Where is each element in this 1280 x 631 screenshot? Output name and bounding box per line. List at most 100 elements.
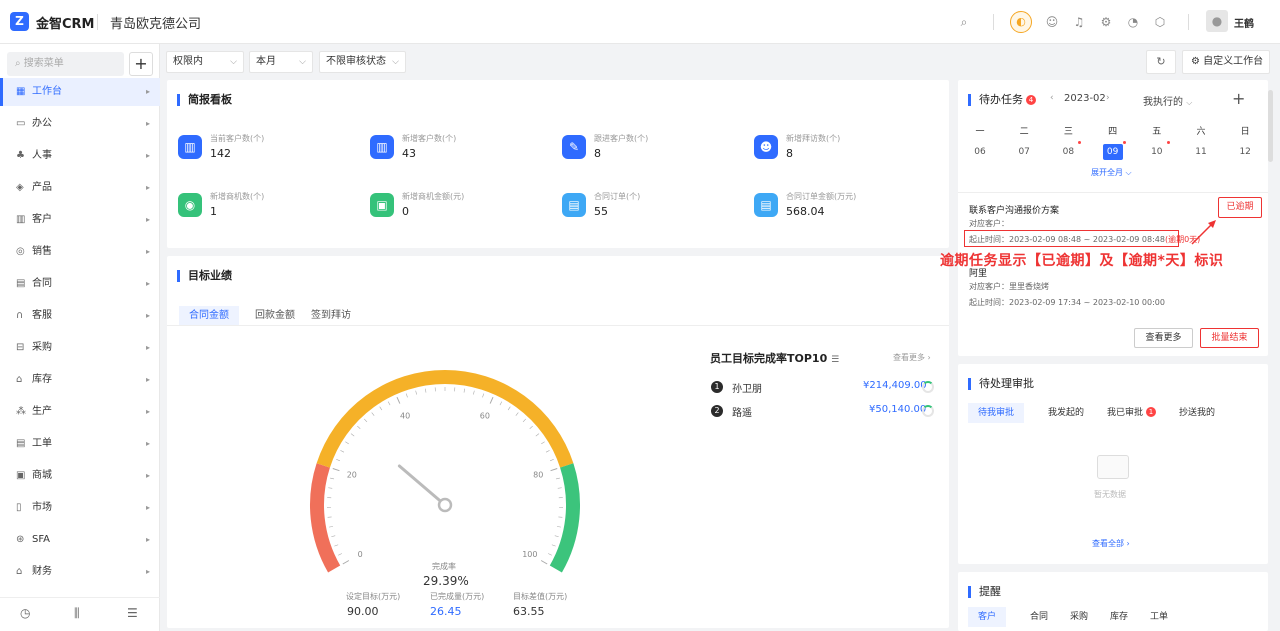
- calendar-day[interactable]: 08: [1058, 144, 1078, 160]
- stat-value: 8: [594, 147, 601, 160]
- gauge-tick: [549, 458, 554, 462]
- sidebar-item-label: 客户: [32, 214, 52, 225]
- stat-item[interactable]: ✎ 跟进客户数(个) 8: [562, 133, 742, 173]
- megaphone-icon[interactable]: ◐: [1010, 11, 1032, 33]
- tab-reminder-customer[interactable]: 客户: [968, 607, 1007, 627]
- tab-initiated[interactable]: 我发起的: [1038, 403, 1094, 423]
- tab-cc[interactable]: 抄送我的: [1169, 403, 1225, 423]
- executor-select[interactable]: 我执行的 ⌵: [1143, 93, 1192, 108]
- stat-item[interactable]: ▣ 新增商机金额(元) 0: [370, 191, 550, 231]
- tab-reminder-inventory[interactable]: 库存: [1100, 607, 1138, 627]
- sidebar-item[interactable]: ∩ 客服 ▸: [0, 302, 160, 330]
- calendar-day[interactable]: 11: [1191, 144, 1211, 160]
- executor-value: 我执行的: [1143, 97, 1183, 108]
- add-menu-button[interactable]: +: [129, 52, 153, 76]
- gauge-needle: [397, 464, 447, 507]
- stat-icon: ▥: [370, 135, 394, 159]
- sidebar-item[interactable]: ▣ 商城 ▸: [0, 462, 160, 490]
- tab-approved[interactable]: 我已审批 1: [1097, 403, 1166, 423]
- sidebar-item[interactable]: ▤ 合同 ▸: [0, 270, 160, 298]
- tab-reminder-contract[interactable]: 合同: [1020, 607, 1058, 627]
- view-all-link[interactable]: 查看全部 ›: [1092, 538, 1130, 549]
- settings-icon[interactable]: ⚙: [1097, 13, 1115, 31]
- task-title[interactable]: 联系客户沟通报价方案: [969, 203, 1059, 216]
- add-task-button[interactable]: +: [1232, 89, 1245, 108]
- production-icon: ⁂: [16, 406, 26, 417]
- sidebar-item[interactable]: ▦ 工作台 ▸: [0, 78, 160, 106]
- period-select[interactable]: 本月 ⌵: [249, 51, 313, 73]
- gauge-center-value: 29.39%: [423, 574, 469, 588]
- pie-chart-icon[interactable]: ◔: [1124, 13, 1142, 31]
- task-title[interactable]: 阿里: [969, 266, 987, 279]
- stat-value: 0: [402, 205, 409, 218]
- scrollbar[interactable]: [1268, 90, 1273, 162]
- calendar-day[interactable]: 10: [1147, 144, 1167, 160]
- calendar-day[interactable]: 12: [1235, 144, 1255, 160]
- search-icon[interactable]: ⌕: [955, 13, 973, 31]
- sidebar-item[interactable]: ⌂ 库存 ▸: [0, 366, 160, 394]
- package-icon[interactable]: ⬡: [1151, 13, 1169, 31]
- sidebar-item[interactable]: ◈ 产品 ▸: [0, 174, 160, 202]
- stat-icon: ▤: [562, 193, 586, 217]
- company-name[interactable]: 青岛欧克德公司: [110, 13, 201, 32]
- stat-value: 568.04: [786, 205, 825, 218]
- calendar-day[interactable]: 09: [1102, 144, 1123, 160]
- stat-item[interactable]: ☻ 新增拜访数(个) 8: [754, 133, 934, 173]
- tab-reminder-ticket[interactable]: 工单: [1140, 607, 1178, 627]
- task-dot: [1122, 141, 1126, 144]
- collapse-icon[interactable]: ☰: [127, 606, 138, 620]
- stat-item[interactable]: ▤ 合同订单金额(万元) 568.04: [754, 191, 934, 231]
- history-icon[interactable]: ◷: [20, 606, 30, 620]
- calendar-day[interactable]: 07: [1014, 144, 1034, 160]
- stat-item[interactable]: ▤ 合同订单(个) 55: [562, 191, 742, 231]
- bell-icon[interactable]: ♫: [1070, 13, 1088, 31]
- sidebar-item[interactable]: ⁂ 生产 ▸: [0, 398, 160, 426]
- stat-item[interactable]: ◉ 新增商机数(个) 1: [178, 191, 358, 231]
- view-more-button[interactable]: 查看更多: [1134, 328, 1193, 348]
- expand-month-link[interactable]: 展开全月 ⌵: [1091, 167, 1132, 178]
- prev-month-icon[interactable]: ‹: [1050, 93, 1054, 103]
- stat-item[interactable]: ▥ 新增客户数(个) 43: [370, 133, 550, 173]
- stat-label: 合同订单(个): [594, 192, 641, 201]
- audit-select[interactable]: 不限审核状态 ⌵: [319, 51, 406, 73]
- sidebar-item[interactable]: ◎ 销售 ▸: [0, 238, 160, 266]
- sidebar-item[interactable]: ▤ 工单 ▸: [0, 430, 160, 458]
- tab-contract-amount[interactable]: 合同金额: [179, 306, 239, 326]
- menu-search-input[interactable]: ⌕ 搜索菜单: [7, 52, 124, 76]
- sidebar-item[interactable]: ▥ 客户 ▸: [0, 206, 160, 234]
- gauge-tick: [328, 487, 333, 489]
- gauge-tick-label: 0: [358, 550, 363, 559]
- calendar-day[interactable]: 06: [970, 144, 990, 160]
- approvals-title: 待处理审批: [968, 378, 1034, 390]
- next-month-icon[interactable]: ›: [1106, 93, 1110, 103]
- gauge-tick: [364, 418, 368, 423]
- sidebar-item[interactable]: ♣ 人事 ▸: [0, 142, 160, 170]
- tab-payment-amount[interactable]: 回款金额: [245, 306, 305, 326]
- stat-label: 新增客户数(个): [402, 134, 457, 143]
- contacts-icon[interactable]: ☺: [1043, 13, 1061, 31]
- customize-workspace-button[interactable]: ⚙ 自定义工作台: [1182, 50, 1270, 74]
- refresh-button[interactable]: ↻: [1146, 50, 1176, 74]
- sidebar-item[interactable]: ⊛ SFA ▸: [0, 526, 160, 554]
- gauge-tick: [540, 560, 548, 565]
- sidebar-item[interactable]: ▭ 办公 ▸: [0, 110, 160, 138]
- tab-to-approve[interactable]: 待我审批: [968, 403, 1025, 423]
- tab-reminder-purchase[interactable]: 采购: [1060, 607, 1098, 627]
- target-done-value: 26.45: [430, 605, 462, 618]
- stat-item[interactable]: ▥ 当前客户数(个) 142: [178, 133, 358, 173]
- sidebar-item-label: SFA: [32, 534, 51, 545]
- top10-more-link[interactable]: 查看更多 ›: [893, 352, 931, 363]
- columns-icon[interactable]: ⫼: [74, 606, 80, 621]
- sidebar-item-label: 财务: [32, 566, 52, 577]
- sidebar-item[interactable]: ▯ 市场 ▸: [0, 494, 160, 522]
- warehouse-icon: ⌂: [16, 374, 23, 385]
- sidebar-item-label: 销售: [32, 246, 52, 257]
- tab-visits[interactable]: 签到拜访: [301, 306, 361, 326]
- scope-select[interactable]: 权限内 ⌵: [166, 51, 244, 73]
- batch-end-button[interactable]: 批量结束: [1200, 328, 1259, 348]
- sidebar-item[interactable]: ⊟ 采购 ▸: [0, 334, 160, 362]
- user-name[interactable]: 王鹤: [1234, 15, 1254, 30]
- sidebar-item[interactable]: ⌂ 财务 ▸: [0, 558, 160, 586]
- avatar[interactable]: ●: [1206, 10, 1228, 32]
- sort-icon[interactable]: ☰: [831, 355, 839, 365]
